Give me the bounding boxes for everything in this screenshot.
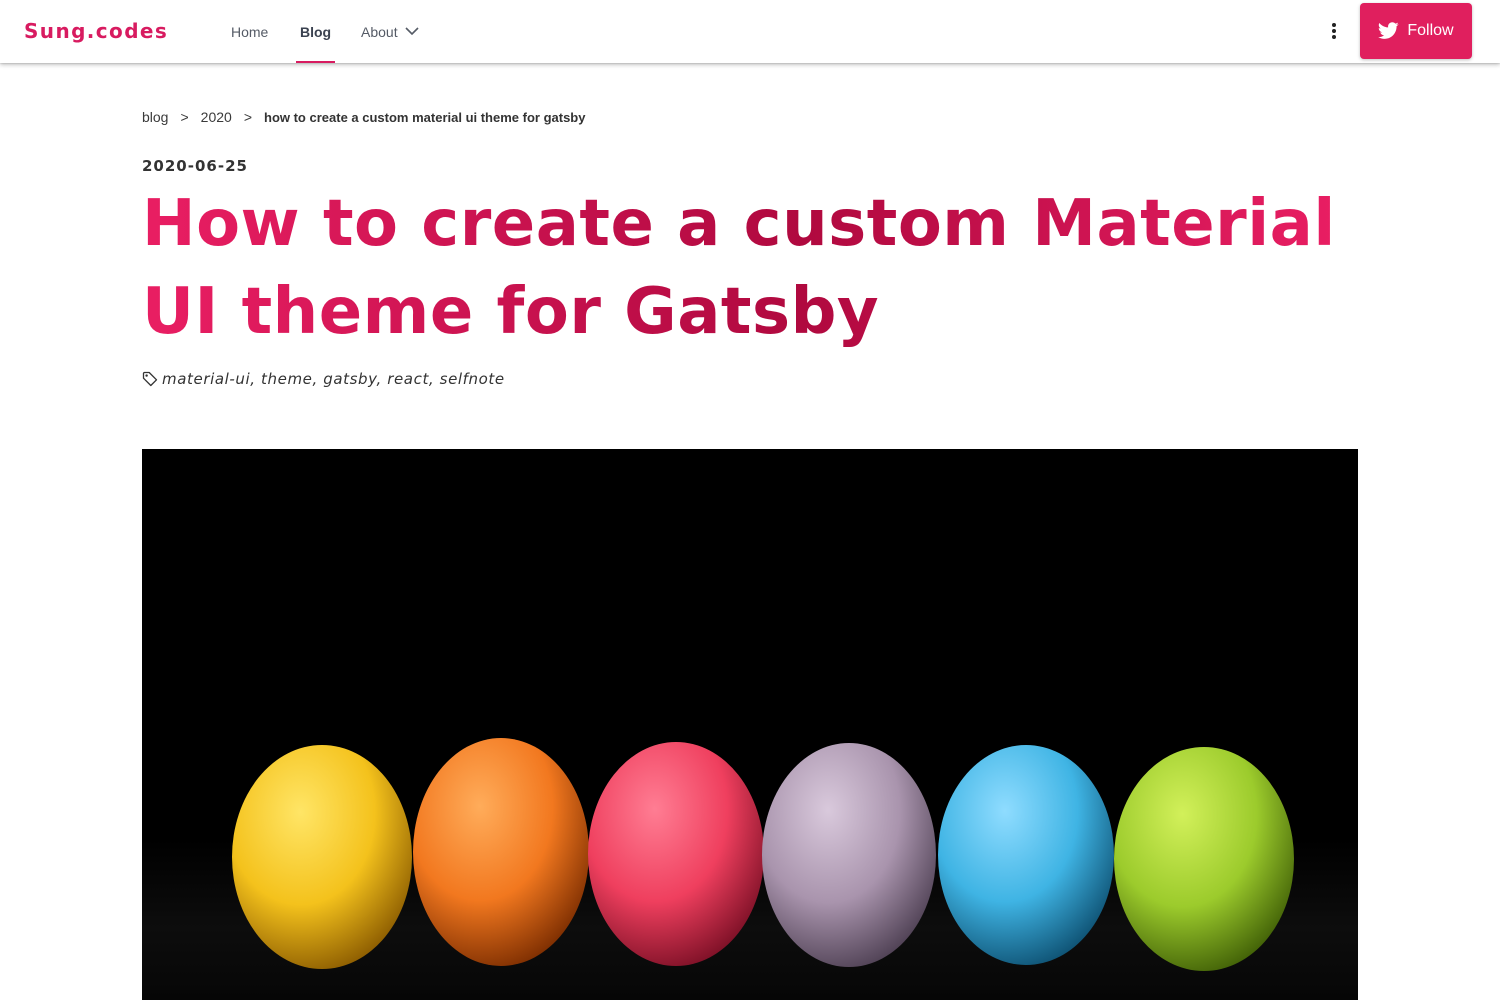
post-tags: material-ui, theme, gatsby, react, selfn… [142,370,505,388]
nav-tab-blog-label: Blog [300,23,332,40]
egg-lilac [762,743,936,967]
nav-tab-about[interactable]: About [361,0,419,63]
follow-button-label: Follow [1407,22,1454,39]
tag-icon [142,371,158,387]
egg-green [1114,747,1294,971]
more-options-button[interactable] [1318,15,1350,47]
post-title: How to create a custom Material UI theme… [142,180,1342,356]
breadcrumb-year[interactable]: 2020 [201,109,232,125]
nav-tab-home-label: Home [231,23,269,40]
hero-image [142,449,1358,1000]
breadcrumb-separator: > [180,109,189,125]
more-vert-icon [1332,23,1336,39]
egg-blue [938,745,1114,965]
breadcrumb-separator: > [243,109,252,125]
breadcrumb-current: how to create a custom material ui theme… [264,109,586,125]
top-app-bar: Sung.codes Home Blog About Follow [0,0,1500,63]
egg-pink [588,742,764,966]
twitter-follow-button[interactable]: Follow [1360,3,1472,59]
chevron-down-icon [405,27,419,36]
breadcrumb: blog > 2020 > how to create a custom mat… [142,109,585,125]
post-date: 2020-06-25 [142,157,248,175]
nav-tab-blog[interactable]: Blog [296,0,336,63]
active-tab-indicator [296,61,336,63]
egg-orange [413,738,589,966]
colored-eggs-photo [142,449,1358,1000]
nav-tab-about-label: About [361,23,398,40]
site-logo[interactable]: Sung.codes [24,19,168,43]
nav-tab-home[interactable]: Home [231,0,268,63]
twitter-bird-icon [1378,22,1400,39]
breadcrumb-blog[interactable]: blog [142,109,168,125]
egg-yellow [232,745,412,969]
post-tags-list: material-ui, theme, gatsby, react, selfn… [162,370,505,388]
